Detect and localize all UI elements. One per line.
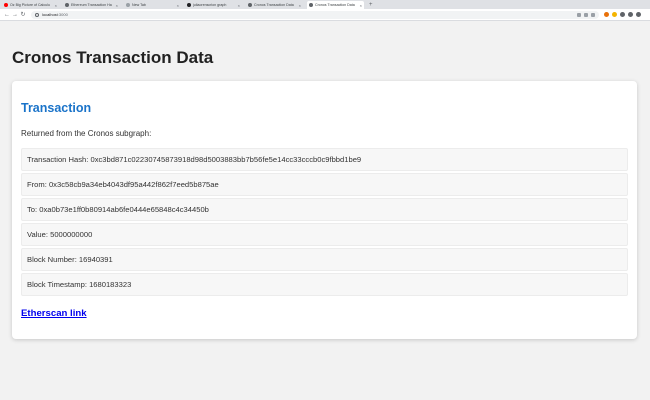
tab-favicon-icon xyxy=(248,3,252,7)
block-timestamp-row: Block Timestamp1680183323 xyxy=(21,273,628,296)
transaction-details: Transaction Hash0xc3bd871c02230745873918… xyxy=(21,148,628,298)
browser-tab-bar: Oz Big Picture of Calculu × Ethereum Tran… xyxy=(0,0,650,9)
bookmark-star-icon[interactable] xyxy=(591,12,595,17)
url-port: :3000 xyxy=(57,12,68,17)
browser-tab[interactable]: juliaorenscrion graph × xyxy=(185,1,242,9)
tab-label: Ethereum Transaction Ha xyxy=(71,3,112,7)
browser-tab-active[interactable]: Cronos Transaction Data × xyxy=(307,1,364,9)
browser-tab[interactable]: Cronos Transaction Data × xyxy=(246,1,303,9)
address-bar: ← → ↻ localhost:3000 xyxy=(0,9,650,21)
row-key: From xyxy=(27,180,49,189)
site-info-icon[interactable] xyxy=(35,12,39,17)
row-key: Block Number xyxy=(27,255,79,264)
row-key: Transaction Hash xyxy=(27,155,90,164)
share-icon[interactable] xyxy=(584,12,588,17)
card-title: Transaction xyxy=(21,101,92,115)
transaction-hash-row: Transaction Hash0xc3bd871c02230745873918… xyxy=(21,148,628,171)
tab-close-icon[interactable]: × xyxy=(177,3,179,8)
row-value: 0xa0b73e1ff0b80914ab6fe0444e65848c4c3445… xyxy=(39,205,209,214)
url-host: localhost xyxy=(42,12,58,17)
profile-icon[interactable] xyxy=(628,12,633,17)
tab-favicon-icon xyxy=(309,3,313,7)
zoom-icon[interactable] xyxy=(577,12,581,17)
extension-icon[interactable] xyxy=(612,12,617,17)
tab-close-icon[interactable]: × xyxy=(238,3,240,8)
new-tab-button[interactable]: + xyxy=(369,1,373,9)
back-arrow-icon[interactable]: ← xyxy=(3,9,11,21)
row-value: 0x3c58cb9a34eb4043df95a442f862f7eed5b875… xyxy=(48,180,219,189)
page-title: Cronos Transaction Data xyxy=(12,48,214,67)
tab-close-icon[interactable]: × xyxy=(55,3,57,8)
row-value: 1680183323 xyxy=(89,280,132,289)
tab-close-icon[interactable]: × xyxy=(299,3,301,8)
reload-icon[interactable]: ↻ xyxy=(19,9,27,21)
value-row: Value5000000000 xyxy=(21,223,628,246)
tab-favicon-icon xyxy=(126,3,130,7)
row-key: Value xyxy=(27,230,50,239)
tab-close-icon[interactable]: × xyxy=(360,3,362,8)
url-input[interactable]: localhost:3000 xyxy=(31,10,599,19)
etherscan-link[interactable]: Etherscan link xyxy=(21,308,87,319)
transaction-card: Transaction Returned from the Cronos sub… xyxy=(12,81,637,339)
tab-label: Oz Big Picture of Calculu xyxy=(10,3,50,7)
tab-favicon-icon xyxy=(187,3,191,7)
row-key: Block Timestamp xyxy=(27,280,89,289)
row-value: 0xc3bd871c02230745873918d98d5003883bb7b5… xyxy=(90,155,362,164)
browser-tab[interactable]: Ethereum Transaction Ha × xyxy=(63,1,120,9)
from-row: From0x3c58cb9a34eb4043df95a442f862f7eed5… xyxy=(21,173,628,196)
row-value: 16940391 xyxy=(78,255,113,264)
tab-close-icon[interactable]: × xyxy=(116,3,118,8)
browser-tab[interactable]: New Tab × xyxy=(124,1,181,9)
row-key: To xyxy=(27,205,39,214)
metamask-extension-icon[interactable] xyxy=(604,12,609,17)
tab-label: juliaorenscrion graph xyxy=(193,3,227,7)
extension-icons xyxy=(604,12,641,17)
tab-label: Cronos Transaction Data xyxy=(254,3,294,7)
row-value: 5000000000 xyxy=(50,230,93,239)
to-row: To0xa0b73e1ff0b80914ab6fe0444e65848c4c34… xyxy=(21,198,628,221)
puzzle-extensions-icon[interactable] xyxy=(620,12,625,17)
tab-favicon-icon xyxy=(4,3,8,7)
tab-label: Cronos Transaction Data xyxy=(315,3,355,7)
menu-kebab-icon[interactable] xyxy=(636,12,641,17)
forward-arrow-icon[interactable]: → xyxy=(11,9,19,21)
block-number-row: Block Number16940391 xyxy=(21,248,628,271)
card-subtitle: Returned from the Cronos subgraph: xyxy=(21,129,152,138)
tab-label: New Tab xyxy=(132,3,146,7)
tab-favicon-icon xyxy=(65,3,69,7)
